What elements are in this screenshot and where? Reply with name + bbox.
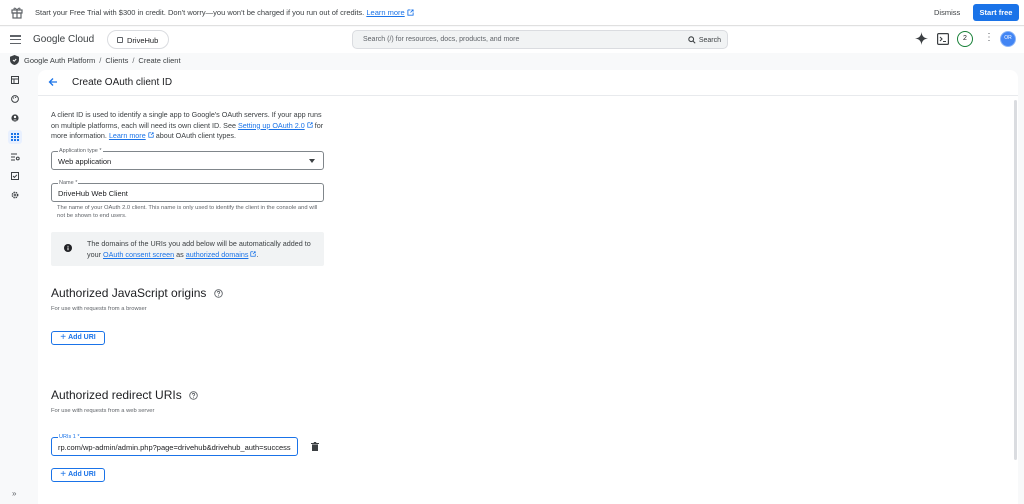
rail-verification[interactable] (8, 169, 22, 183)
js-origins-description: For use with requests from a browser (51, 306, 147, 312)
project-icon (117, 37, 123, 43)
search-button[interactable]: Search (688, 36, 721, 44)
menu-icon[interactable] (10, 35, 21, 45)
redirect-uri-1-label: URIs 1 * (58, 434, 81, 440)
list-settings-icon (10, 153, 20, 161)
banner-learn-more-link[interactable]: Learn more (366, 8, 404, 17)
external-link-icon (148, 132, 154, 138)
learn-more-link[interactable]: Learn more (109, 131, 146, 140)
intro-text: A client ID is used to identify a single… (51, 110, 324, 140)
external-link-icon (307, 121, 313, 128)
arrow-back-icon[interactable] (48, 77, 58, 87)
external-link-icon (407, 9, 414, 16)
add-redirect-uri-button[interactable]: + Add URI (51, 468, 105, 482)
redirect-uri-1-value[interactable]: rp.com/wp-admin/admin.php?page=drivehub&… (58, 443, 291, 452)
search-input[interactable]: Search (/) for resources, docs, products… (363, 36, 519, 43)
name-field[interactable]: Name * DriveHub Web Client (51, 180, 324, 202)
domains-info-box: The domains of the URIs you add below wi… (51, 232, 324, 266)
rail-branding[interactable] (8, 92, 22, 106)
redirect-uri-1-input[interactable]: URIs 1 * rp.com/wp-admin/admin.php?page=… (51, 434, 298, 456)
application-type-select[interactable]: Application type * Web application (51, 148, 324, 170)
rail-data-access[interactable] (8, 150, 22, 164)
page-title: Create OAuth client ID (72, 77, 173, 88)
avatar[interactable]: OR (1000, 31, 1016, 47)
application-type-label: Application type * (58, 148, 103, 154)
rail-settings[interactable] (8, 188, 22, 202)
redirect-uris-description: For use with requests from a web server (51, 408, 155, 414)
plus-icon: + (60, 332, 67, 343)
rail-overview[interactable] (8, 73, 22, 87)
search-icon (688, 36, 696, 44)
setting-up-oauth-link[interactable]: Setting up OAuth 2.0 (238, 121, 305, 130)
name-value[interactable]: DriveHub Web Client (58, 189, 128, 198)
page-header: Create OAuth client ID (38, 70, 1018, 96)
project-name: DriveHub (127, 36, 159, 45)
shield-icon (10, 55, 19, 65)
apps-grid-icon (11, 133, 19, 141)
authorized-domains-link[interactable]: authorized domains (186, 250, 249, 259)
project-selector[interactable]: DriveHub (107, 30, 169, 49)
start-free-button[interactable]: Start free (973, 4, 1019, 21)
breadcrumb-item-auth-platform[interactable]: Google Auth Platform (24, 56, 95, 65)
more-options-icon[interactable]: ⋮ (984, 33, 994, 43)
breadcrumb: Google Auth Platform / Clients / Create clie… (0, 53, 1024, 67)
cloud-shell-terminal-icon[interactable] (937, 33, 949, 45)
application-type-value: Web application (58, 157, 112, 166)
main-panel: Create OAuth client ID A client ID is us… (38, 70, 1018, 504)
help-icon[interactable] (214, 289, 223, 298)
search-bar[interactable]: Search (/) for resources, docs, products… (352, 30, 728, 49)
expand-nav-icon[interactable]: » (12, 489, 16, 498)
scrollbar[interactable] (1013, 96, 1018, 476)
palette-icon (11, 95, 19, 103)
delete-icon[interactable] (311, 442, 319, 451)
trial-banner: Start your Free Trial with $300 in credi… (0, 0, 1024, 26)
js-origins-title: Authorized JavaScript origins (51, 286, 223, 300)
oauth-consent-screen-link[interactable]: OAuth consent screen (103, 250, 174, 259)
name-helper-text: The name of your OAuth 2.0 client. This … (57, 205, 318, 219)
plus-icon: + (60, 469, 67, 480)
name-label: Name * (58, 180, 79, 186)
breadcrumb-item-create-client: Create client (138, 56, 181, 65)
gemini-sparkle-icon[interactable] (915, 32, 928, 45)
redirect-uris-title: Authorized redirect URIs (51, 388, 198, 402)
add-js-origin-uri-button[interactable]: + Add URI (51, 331, 105, 345)
scrollbar-thumb[interactable] (1014, 100, 1017, 460)
help-icon[interactable] (189, 391, 198, 400)
rail-audience[interactable] (8, 111, 22, 125)
info-icon (64, 244, 72, 252)
dropdown-arrow-icon (309, 159, 315, 163)
gift-icon (11, 7, 23, 19)
account-circle-icon (11, 114, 19, 122)
breadcrumb-item-clients[interactable]: Clients (105, 56, 128, 65)
dismiss-button[interactable]: Dismiss (934, 8, 960, 17)
google-cloud-logo[interactable]: Google Cloud (33, 34, 94, 45)
verified-box-icon (11, 172, 19, 180)
gear-icon (11, 191, 19, 199)
rail-clients[interactable] (8, 130, 22, 144)
banner-message: Start your Free Trial with $300 in credi… (35, 8, 414, 17)
notifications-badge[interactable]: 2 (957, 31, 973, 47)
left-nav-rail (0, 67, 30, 504)
top-header: Google Cloud DriveHub Search (/) for res… (0, 27, 1024, 53)
dashboard-icon (11, 76, 19, 84)
